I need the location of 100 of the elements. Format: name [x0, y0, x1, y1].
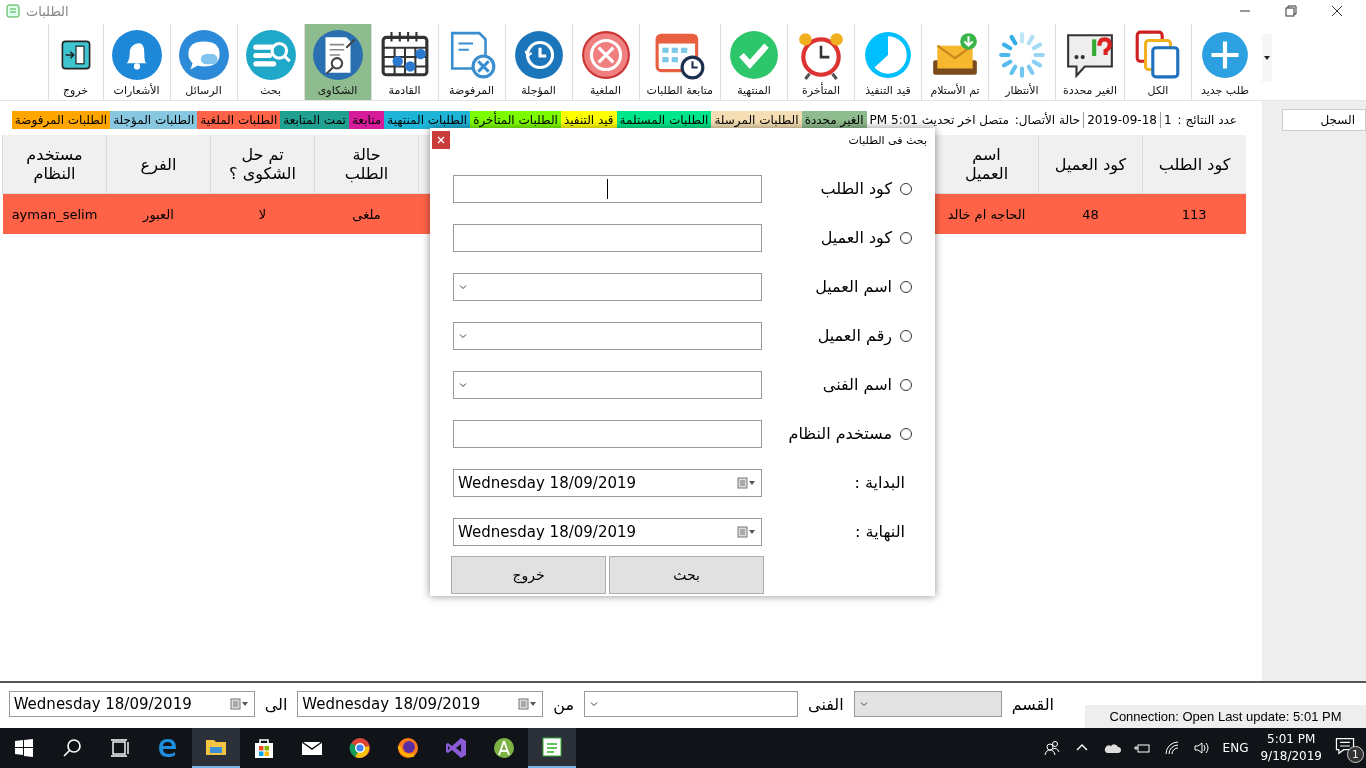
- filter-label: القسم: [1011, 694, 1054, 714]
- legend-tag: قيد التنفيذ: [560, 111, 617, 129]
- app-icon[interactable]: [540, 735, 564, 759]
- notification-icon[interactable]: [1334, 735, 1356, 757]
- check-icon: [727, 29, 780, 81]
- legend-tag: الطلبات الملغية: [197, 111, 281, 129]
- clock-time[interactable]: 5:01 PM: [1267, 731, 1316, 748]
- results-label: عدد النتائج :: [1176, 113, 1238, 127]
- calendar-dropdown-icon[interactable]: [737, 525, 757, 538]
- legend-tag: الطلبات المرفوضة: [11, 111, 111, 129]
- infinity-logo-icon[interactable]: [444, 736, 468, 760]
- field-label: كود الطلب: [820, 179, 892, 198]
- legend-tag: الطلبات المستلمة: [616, 111, 712, 129]
- column-header[interactable]: الفرع: [140, 154, 177, 174]
- overflow-dropdown-button[interactable]: [1262, 34, 1272, 82]
- status-bar: Connection: Open Last update: 5:01 PM: [1085, 705, 1366, 728]
- field-label: النهاية :: [855, 522, 905, 541]
- dropdown-field[interactable]: [453, 272, 762, 301]
- field-label: مستخدم النظام: [788, 424, 892, 443]
- date-field[interactable]: Wednesday 18/09/2019: [297, 691, 544, 717]
- radio-button[interactable]: [900, 231, 912, 244]
- plus-icon: [1199, 29, 1251, 81]
- calendar-dropdown-icon[interactable]: [229, 698, 250, 710]
- clock-date[interactable]: 9/18/2019: [1260, 748, 1322, 765]
- dialog-button[interactable]: بحث: [609, 556, 764, 594]
- legend-tag: متابعة: [348, 111, 385, 129]
- radio-button[interactable]: [900, 427, 912, 440]
- filter-label: الفنى: [808, 694, 844, 714]
- fox-browser-icon[interactable]: [396, 736, 420, 760]
- date-field[interactable]: Wednesday 18/09/2019: [453, 468, 762, 497]
- dialog-button[interactable]: خروج: [451, 556, 606, 594]
- task-view-icon[interactable]: [108, 736, 132, 760]
- shopping-bag-icon[interactable]: [252, 736, 276, 760]
- toolbar-button[interactable]: الرسائل: [169, 24, 237, 100]
- chevron-down-icon[interactable]: [589, 699, 600, 709]
- language-indicator[interactable]: ENG: [1222, 741, 1249, 755]
- toolbar-button[interactable]: بحث: [236, 24, 304, 100]
- radio-button[interactable]: [900, 329, 912, 342]
- toolbar-button[interactable]: المؤجلة: [504, 24, 572, 100]
- toolbar-button[interactable]: الملغية: [571, 24, 639, 100]
- robot-compass-icon[interactable]: [492, 736, 516, 760]
- toolbar-button[interactable]: متابعة الطلبات: [638, 24, 720, 100]
- toolbar-button[interactable]: المنتهية: [719, 24, 787, 100]
- toolbar-button[interactable]: الأنتظار: [987, 24, 1055, 100]
- field-label: رقم العميل: [817, 326, 892, 345]
- toolbar-button[interactable]: المرفوضة: [437, 24, 505, 100]
- volume-icon[interactable]: [1192, 739, 1211, 757]
- text-field[interactable]: [453, 419, 762, 448]
- toolbar-button[interactable]: خروج: [47, 24, 103, 100]
- panel-header: السجل: [1282, 109, 1366, 131]
- results-count: 1: [1162, 113, 1173, 127]
- text-field[interactable]: [453, 174, 762, 203]
- toolbar-button[interactable]: الأشعارات: [102, 24, 170, 100]
- radio-button[interactable]: [900, 182, 912, 195]
- table-cell: العبور: [106, 193, 211, 234]
- legend-tag: الطلبات المتأخرة: [470, 111, 561, 129]
- table-cell: ملغى: [314, 193, 419, 234]
- legend-tag: تمت المتابعة: [280, 111, 349, 129]
- calendar-dropdown-icon[interactable]: [737, 476, 757, 489]
- field-label: كود العميل: [820, 228, 892, 247]
- toolbar-button[interactable]: الشكاوى: [303, 24, 371, 100]
- table-cell: الحاجه ام خالد: [934, 193, 1039, 234]
- windows-start-icon[interactable]: [12, 736, 36, 760]
- dialog-title: بحث فى الطلبات: [848, 133, 927, 147]
- text-field[interactable]: [453, 223, 762, 252]
- close-button[interactable]: [432, 131, 450, 149]
- date-field[interactable]: Wednesday 18/09/2019: [8, 691, 255, 717]
- toolbar-button[interactable]: القادمة: [370, 24, 438, 100]
- radio-button[interactable]: [900, 280, 912, 293]
- connection-text: متصل اخر تحديث 5:01 PM: [868, 113, 1010, 127]
- toolbar-button[interactable]: المتأخرة: [786, 24, 854, 100]
- bell-icon: [110, 29, 163, 81]
- toolbar-button[interactable]: الكل: [1124, 24, 1191, 100]
- toolbar-button[interactable]: قيد التنفيذ: [853, 24, 921, 100]
- round-browser-icon[interactable]: [348, 736, 372, 760]
- dropdown-field[interactable]: [453, 370, 762, 399]
- field-label: البداية :: [854, 473, 905, 492]
- filter-label: الى: [264, 694, 288, 714]
- people-icon[interactable]: [1042, 739, 1061, 757]
- legend-tag: الطلبات المؤجلة: [110, 111, 198, 129]
- search-list-icon: [244, 29, 297, 81]
- date-field[interactable]: Wednesday 18/09/2019: [453, 517, 762, 546]
- legend-tag: الغير محددة: [801, 111, 867, 129]
- text-cursor: [607, 178, 608, 199]
- table-cell: ayman_selim: [2, 193, 107, 234]
- clock-icon: [512, 29, 565, 81]
- dropdown-field[interactable]: [453, 321, 762, 350]
- toolbar-button[interactable]: طلب جديد: [1191, 24, 1258, 100]
- legend-tag: الطلبات المرسلة: [711, 111, 802, 129]
- wifi-icon[interactable]: [1162, 739, 1181, 757]
- notification-badge: 1: [1347, 746, 1364, 763]
- cancel-icon: [579, 29, 632, 81]
- filter-label: من: [553, 694, 575, 714]
- toolbar-button[interactable]: تم الأستلام: [920, 24, 988, 100]
- radio-button[interactable]: [900, 378, 912, 391]
- toolbar-button[interactable]: الغير محددة: [1054, 24, 1124, 100]
- calendar-dropdown-icon[interactable]: [518, 698, 539, 710]
- dropdown-field[interactable]: [584, 691, 799, 717]
- connection-label: حالة الأتصال:: [1013, 113, 1082, 127]
- close-icon: [437, 136, 445, 144]
